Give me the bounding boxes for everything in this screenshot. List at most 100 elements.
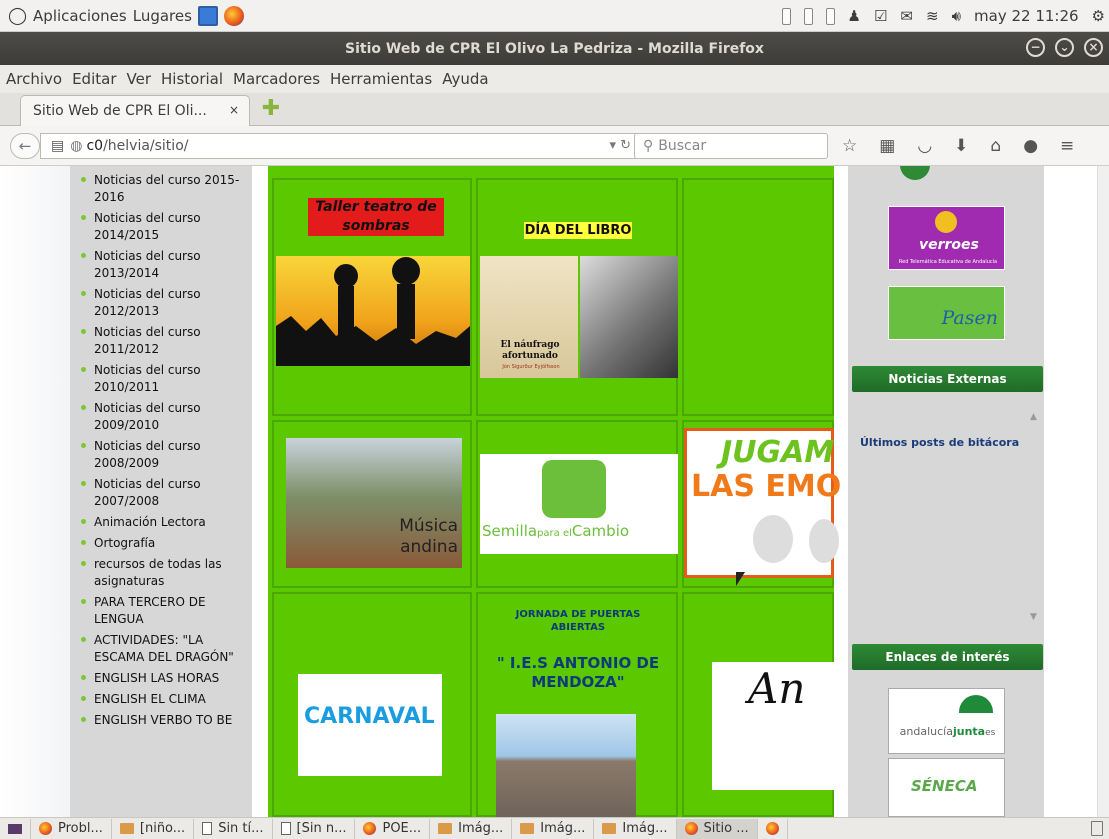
- grid-cell-carnaval[interactable]: CARNAVAL: [272, 592, 472, 817]
- taskbar-item-label: Sin tí...: [218, 821, 264, 836]
- mail-icon[interactable]: ✉: [900, 7, 913, 25]
- tab-close-icon[interactable]: ×: [229, 103, 239, 117]
- grid-cell-andalucia[interactable]: An: [682, 592, 836, 817]
- settings-gear-icon[interactable]: ⚙: [1092, 7, 1105, 25]
- taskbar-item[interactable]: [niño...: [112, 818, 195, 839]
- noticias-scroll-down-icon[interactable]: ▼: [1030, 612, 1037, 622]
- sidebar-item[interactable]: Noticias del curso 2015-2016: [78, 172, 252, 206]
- home-icon[interactable]: ⌂: [990, 136, 1001, 156]
- taskbar-item-active[interactable]: Sitio ...: [676, 818, 758, 839]
- grid-cell-teatro[interactable]: Taller teatro de sombras: [272, 178, 472, 416]
- checkbox-icon[interactable]: ☑: [874, 7, 887, 25]
- sidebar-item[interactable]: Noticias del curso 2008/2009: [78, 438, 252, 472]
- history-icon[interactable]: ▤: [51, 138, 64, 154]
- maximize-icon[interactable]: ⌄: [1055, 38, 1074, 57]
- bookmark-star-icon[interactable]: ☆: [842, 136, 857, 156]
- grid-cell-musica-andina[interactable]: Música andina: [272, 420, 472, 588]
- wifi-icon[interactable]: ≋: [926, 7, 939, 25]
- taskbar-item[interactable]: Imág...: [594, 818, 677, 839]
- menu-archivo[interactable]: Archivo: [6, 70, 62, 88]
- sidebar-item[interactable]: Noticias del curso 2014/2015: [78, 210, 252, 244]
- downloads-arrow-icon[interactable]: ⬇: [954, 136, 968, 156]
- ultimos-posts-link[interactable]: Últimos posts de bitácora: [860, 436, 1019, 449]
- taskbar: Probl... [niño... Sin tí... [Sin n... PO…: [0, 817, 1109, 839]
- sidebar-item[interactable]: ENGLISH LAS HORAS: [78, 670, 252, 687]
- sidebar-item[interactable]: Animación Lectora: [78, 514, 252, 531]
- face-icon: [809, 519, 839, 563]
- close-icon[interactable]: ×: [1084, 38, 1103, 57]
- reload-icon[interactable]: ▾ ↻: [609, 138, 631, 153]
- datetime[interactable]: may 22 11:26: [974, 7, 1079, 25]
- teatro-label: Taller teatro de sombras: [308, 198, 444, 236]
- taskbar-item[interactable]: Imág...: [512, 818, 595, 839]
- navigation-bar: ← ▤ ◍ c0/helvia/sitio/ ▾ ↻ ⚲ Buscar ☆ ▦ …: [0, 126, 1109, 166]
- tab-sitio-web[interactable]: Sitio Web de CPR El Oli... ×: [20, 95, 250, 126]
- site-info-globe-icon[interactable]: ◍: [70, 138, 82, 154]
- taskbar-item[interactable]: [Sin n...: [273, 818, 356, 839]
- grid-cell-jugamos[interactable]: JUGAM LAS EMO: [682, 420, 841, 588]
- sidebar-item[interactable]: Noticias del curso 2007/2008: [78, 476, 252, 510]
- sidebar-item[interactable]: Noticias del curso 2011/2012: [78, 324, 252, 358]
- trash-icon[interactable]: [1091, 821, 1103, 836]
- menu-ayuda[interactable]: Ayuda: [442, 70, 488, 88]
- sidebar-item[interactable]: Ortografía: [78, 535, 252, 552]
- minimize-icon[interactable]: −: [1026, 38, 1045, 57]
- jugamos-line-2: LAS EMO: [691, 469, 842, 504]
- menu-ver[interactable]: Ver: [127, 70, 152, 88]
- taskbar-item-label: Probl...: [58, 821, 103, 836]
- noticias-externas-title: Noticias Externas: [852, 366, 1043, 392]
- taskbar-item[interactable]: POE...: [355, 818, 431, 839]
- taskbar-item-label: Imág...: [622, 821, 668, 836]
- pocket-icon[interactable]: ◡: [917, 136, 932, 156]
- andalucia-label: An: [748, 664, 806, 713]
- ubuntu-logo-icon[interactable]: ◯: [8, 6, 27, 26]
- averroes-banner[interactable]: verroes Red Telemática Educativa de Anda…: [888, 206, 1005, 270]
- ies-label: " I.E.S ANTONIO DE MENDOZA": [496, 654, 660, 691]
- hamburger-menu-icon[interactable]: ≡: [1060, 136, 1074, 156]
- sidebar-item[interactable]: Noticias del curso 2012/2013: [78, 286, 252, 320]
- sidebar-item[interactable]: Noticias del curso 2009/2010: [78, 400, 252, 434]
- sidebar-item[interactable]: ENGLISH EL CLIMA: [78, 691, 252, 708]
- show-desktop-icon[interactable]: [0, 818, 31, 839]
- menu-historial[interactable]: Historial: [161, 70, 223, 88]
- taskbar-item[interactable]: Probl...: [31, 818, 112, 839]
- grid-cell-dia-libro[interactable]: DÍA DEL LIBRO El náufrago afortunado Jón…: [476, 178, 678, 416]
- carnaval-image: CARNAVAL: [298, 674, 442, 776]
- sidebar-item[interactable]: Noticias del curso 2013/2014: [78, 248, 252, 282]
- menu-editar[interactable]: Editar: [72, 70, 116, 88]
- firefox-launcher-icon[interactable]: [223, 5, 244, 26]
- search-placeholder: Buscar: [658, 138, 707, 154]
- user-icon[interactable]: ♟: [848, 7, 861, 25]
- book-cover-image: El náufrago afortunado Jón Sigurður Eyjó…: [480, 256, 578, 378]
- url-bar[interactable]: ▤ ◍ c0/helvia/sitio/ ▾ ↻: [40, 133, 640, 159]
- top-panel: ◯ Aplicaciones Lugares ♟ ☑ ✉ ≋ 🔊︎ may 22…: [0, 0, 1109, 32]
- sidebar-item[interactable]: PARA TERCERO DE LENGUA: [78, 594, 252, 628]
- pasen-banner[interactable]: Pasen: [888, 286, 1005, 340]
- junta-text-c: es: [985, 728, 996, 738]
- menu-marcadores[interactable]: Marcadores: [233, 70, 320, 88]
- back-arrow-icon[interactable]: ←: [10, 133, 40, 159]
- junta-andalucia-banner[interactable]: andalucíajuntaes: [888, 688, 1005, 754]
- applications-menu[interactable]: Aplicaciones: [33, 7, 127, 25]
- impress-launcher-icon[interactable]: [197, 5, 218, 26]
- sidebar-item[interactable]: ACTIVIDADES: "LA ESCAMA DEL DRAGÓN": [78, 632, 252, 666]
- hello-chat-icon[interactable]: ●: [1023, 136, 1038, 156]
- grid-cell-semilla[interactable]: Semillapara elCambio: [476, 420, 678, 588]
- url-path: /helvia/sitio/: [103, 138, 189, 154]
- seneca-banner[interactable]: SÉNECA: [888, 758, 1005, 817]
- sidebar-item[interactable]: ENGLISH VERBO TO BE: [78, 712, 252, 729]
- search-input[interactable]: ⚲ Buscar: [634, 133, 828, 159]
- sidebar-item[interactable]: Noticias del curso 2010/2011: [78, 362, 252, 396]
- new-tab-plus-icon[interactable]: ✚: [260, 98, 282, 121]
- menu-herramientas[interactable]: Herramientas: [330, 70, 432, 88]
- reading-list-icon[interactable]: ▦: [879, 136, 895, 156]
- grid-cell-jornada[interactable]: JORNADA DE PUERTAS ABIERTAS " I.E.S ANTO…: [476, 592, 678, 817]
- volume-icon[interactable]: 🔊︎: [952, 7, 961, 25]
- taskbar-item[interactable]: Sin tí...: [194, 818, 273, 839]
- noticias-scroll-up-icon[interactable]: ▲: [1030, 412, 1037, 422]
- taskbar-item[interactable]: Imág...: [430, 818, 513, 839]
- page-scrollbar[interactable]: [1097, 166, 1109, 817]
- places-menu[interactable]: Lugares: [133, 7, 192, 25]
- sidebar-item[interactable]: recursos de todas las asignaturas: [78, 556, 252, 590]
- taskbar-item[interactable]: [758, 818, 788, 839]
